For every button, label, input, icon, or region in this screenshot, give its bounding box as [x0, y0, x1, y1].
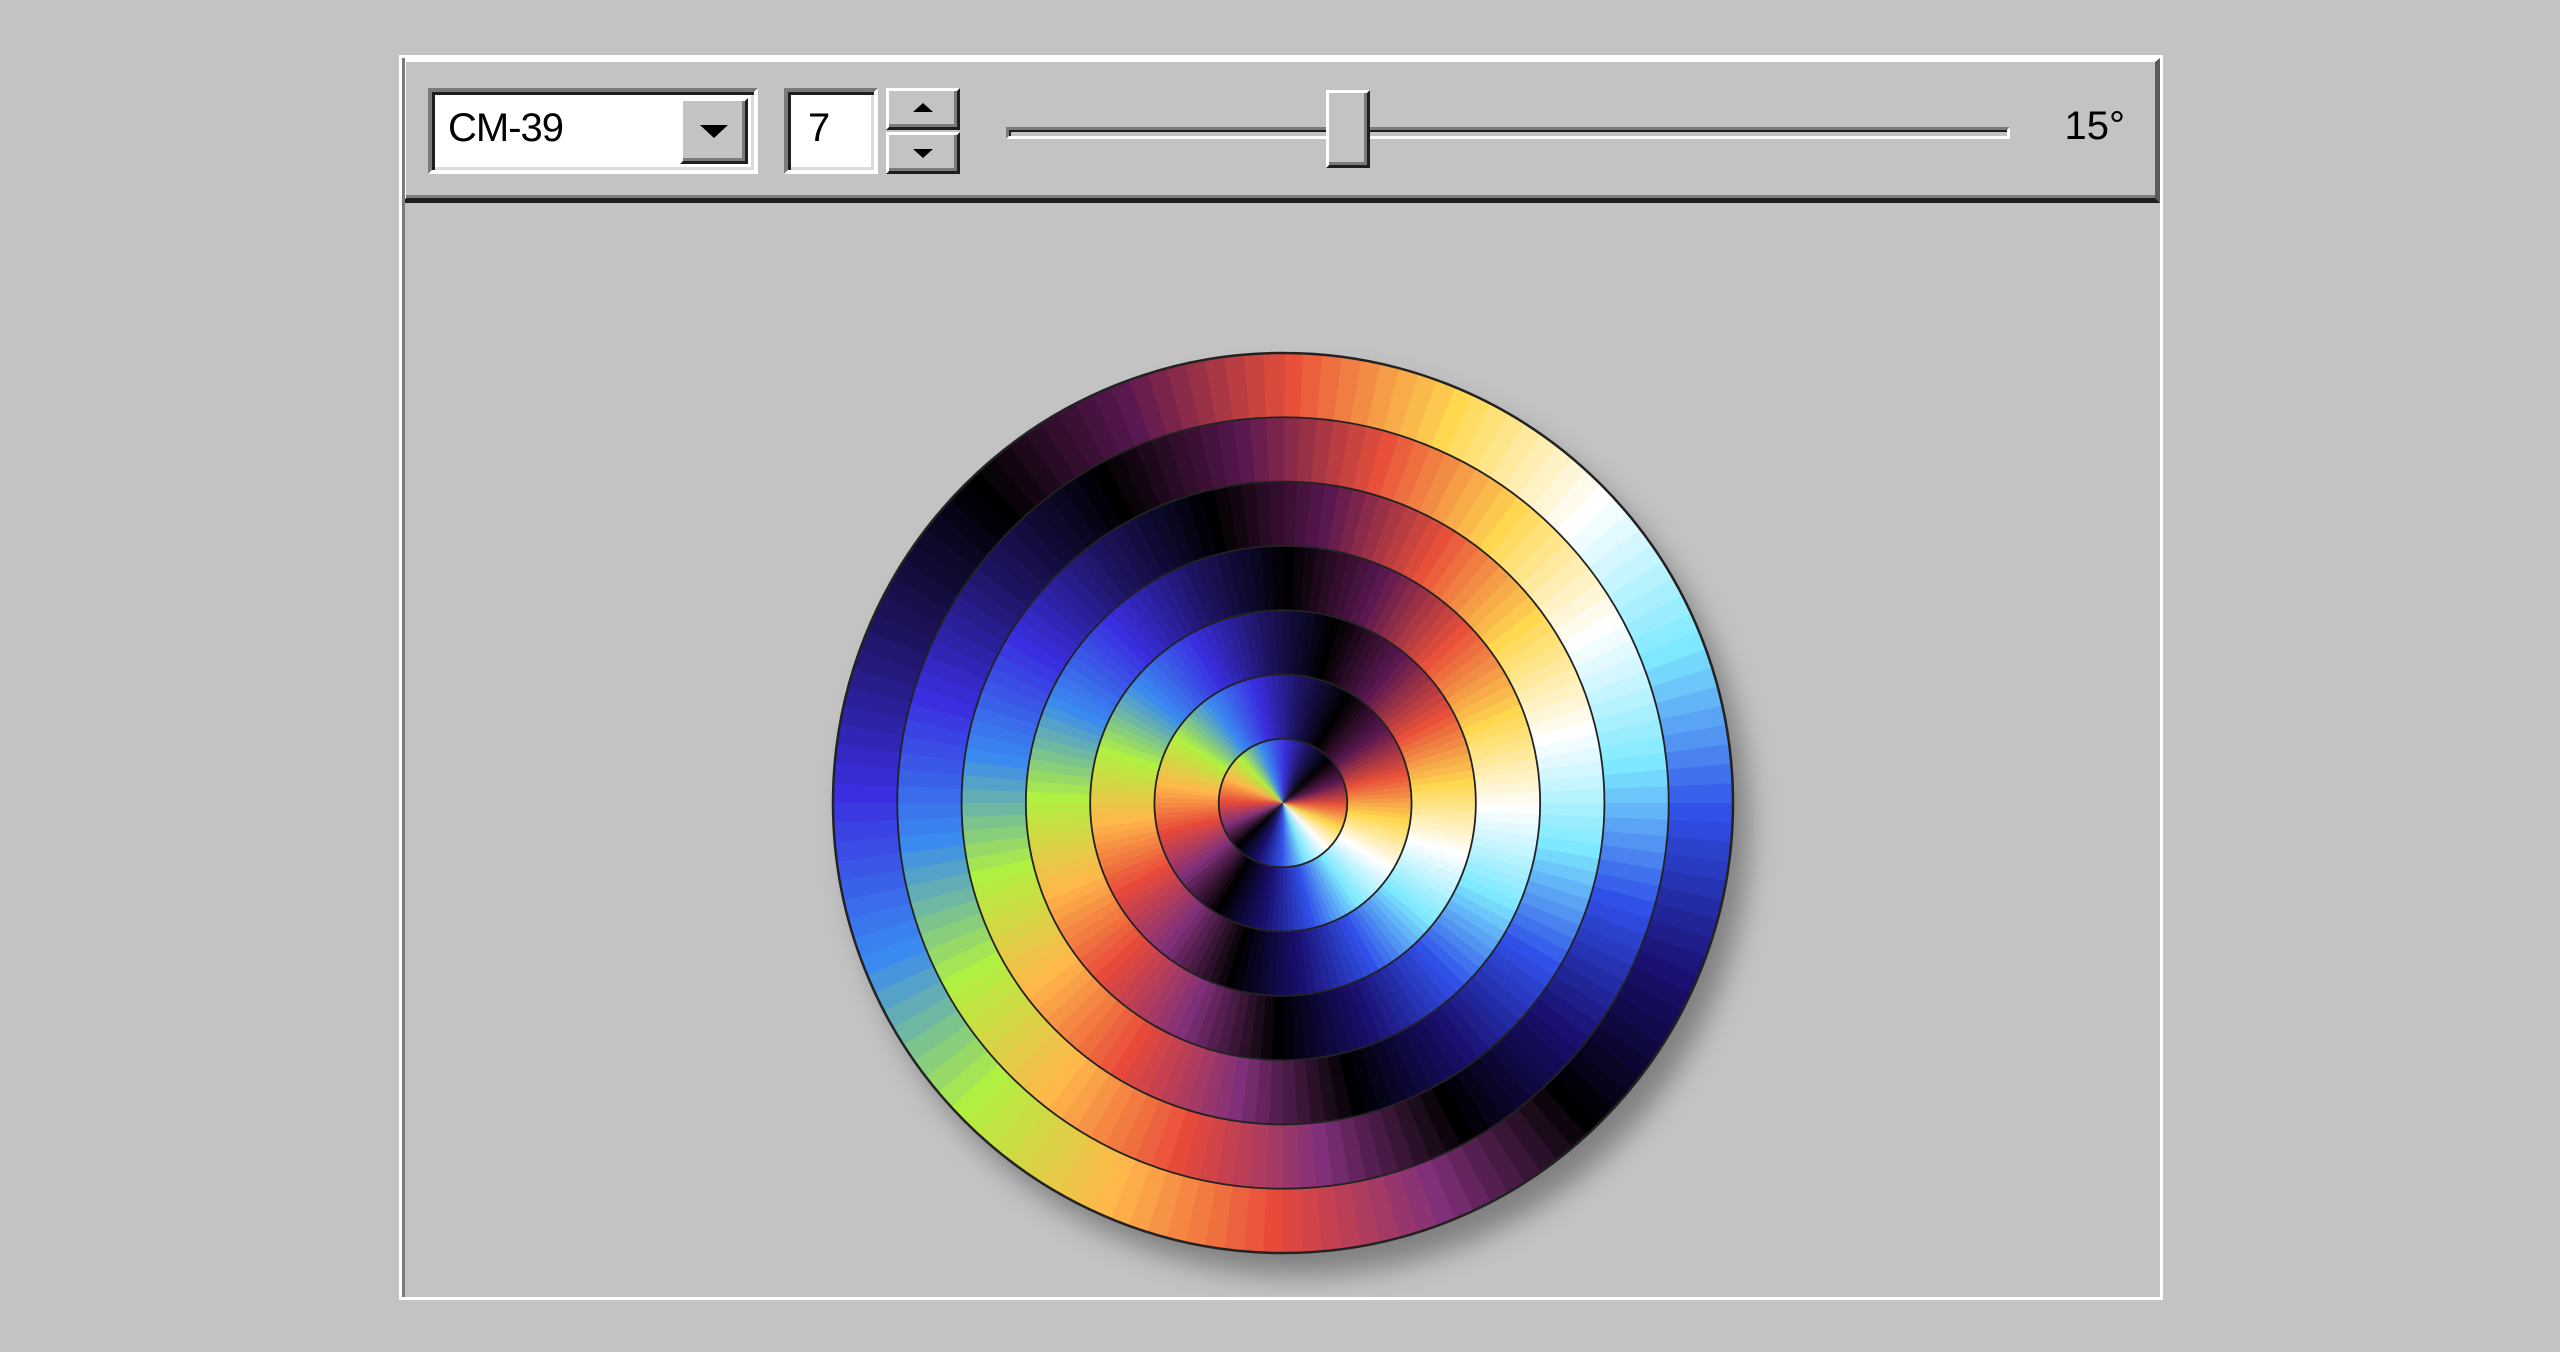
ring-count-value: 7	[808, 106, 831, 150]
colormap-dropdown-value: CM-39	[448, 106, 564, 150]
arrow-down-icon	[913, 149, 933, 158]
rotation-slider-thumb[interactable]	[1326, 90, 1370, 168]
dropdown-button[interactable]	[680, 98, 748, 164]
colormap-disc	[831, 351, 1749, 1275]
ring-count-increment-button[interactable]	[886, 88, 960, 130]
angle-readout: 15°	[2064, 104, 2126, 148]
ring-count-decrement-button[interactable]	[886, 132, 960, 174]
canvas-area	[402, 203, 2160, 1297]
colormap-dropdown[interactable]: CM-39	[428, 88, 758, 174]
ring-count-field[interactable]: 7	[784, 88, 878, 174]
rotation-slider-track[interactable]	[1006, 127, 2010, 139]
colormap-window: CM-39 7 15°	[399, 55, 2163, 1300]
chevron-down-icon	[700, 125, 728, 138]
arrow-up-icon	[913, 103, 933, 112]
toolbar: CM-39 7 15°	[402, 58, 2160, 203]
